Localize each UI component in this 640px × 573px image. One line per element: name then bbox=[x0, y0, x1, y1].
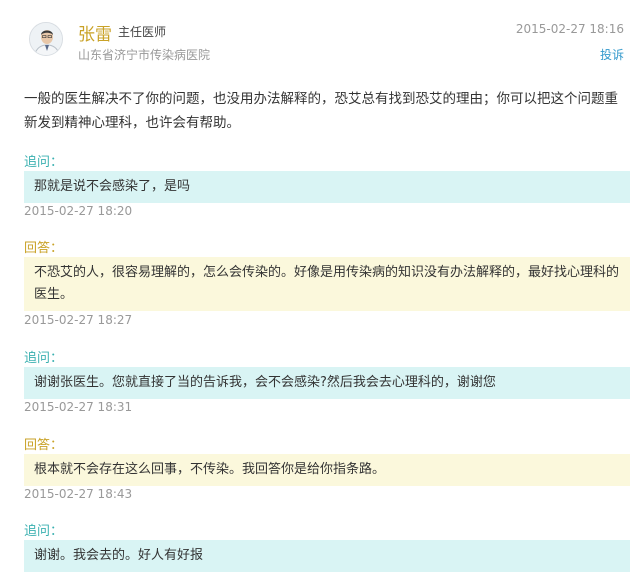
followup-question-label: 追问： bbox=[24, 351, 64, 366]
message-timestamp: 2015-02-27 18:20 bbox=[24, 204, 133, 218]
doctor-title: 主任医师 bbox=[118, 25, 167, 39]
doctor-answer: 一般的医生解决不了你的问题，也没用办法解释的，恐艾总有找到恐艾的理由；你可以把这… bbox=[24, 91, 618, 131]
followup-question-bubble: 谢谢张医生。您就直接了当的告诉我，会不会感染?然后我会去心理科的，谢谢您 bbox=[24, 367, 630, 399]
doctor-reply-label: 回答： bbox=[24, 438, 64, 453]
followup-question-bubble: 谢谢。我会去的。好人有好报 bbox=[24, 540, 630, 572]
message-timestamp: 2015-02-27 18:31 bbox=[24, 400, 133, 414]
complain-link[interactable]: 投诉 bbox=[600, 46, 624, 63]
followup-question-label: 追问： bbox=[24, 155, 64, 170]
doctor-reply-bubble: 不恐艾的人，很容易理解的，怎么会传染的。好像是用传染病的知识没有办法解释的，最好… bbox=[24, 257, 630, 311]
post-timestamp: 2015-02-27 18:16 bbox=[515, 22, 624, 36]
followup-question-bubble: 那就是说不会感染了，是吗 bbox=[24, 171, 630, 203]
doctor-reply-bubble: 根本就不会存在这么回事，不传染。我回答你是给你指条路。 bbox=[24, 454, 630, 486]
followup-question-label: 追问： bbox=[24, 524, 64, 539]
message-timestamp: 2015-02-27 18:43 bbox=[24, 487, 133, 501]
doctor-reply-label: 回答： bbox=[24, 241, 64, 256]
doctor-avatar[interactable] bbox=[29, 22, 63, 56]
message-timestamp: 2015-02-27 18:27 bbox=[24, 313, 133, 327]
doctor-name[interactable]: 张雷 bbox=[78, 20, 112, 45]
doctor-header: 张雷 主任医师 山东省济宁市传染病医院 2015-02-27 18:16 投诉 bbox=[0, 0, 640, 72]
doctor-portrait-icon bbox=[30, 23, 62, 55]
doctor-hospital[interactable]: 山东省济宁市传染病医院 bbox=[78, 46, 210, 63]
